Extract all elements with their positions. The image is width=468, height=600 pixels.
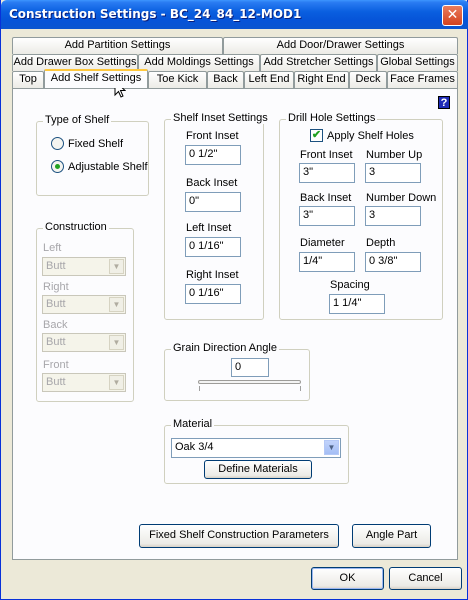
tab-top[interactable]: Top <box>12 71 44 88</box>
construction-right-value: Butt <box>46 298 66 310</box>
grain-angle-input[interactable]: 0 <box>231 358 269 377</box>
ok-button[interactable]: OK <box>311 567 384 590</box>
tab-row-1: Add Partition Settings Add Door/Drawer S… <box>12 37 458 54</box>
window-title: Construction Settings - BC_24_84_12-MOD1 <box>9 7 302 21</box>
chevron-down-icon: ▼ <box>109 259 124 274</box>
grain-direction-label: Grain Direction Angle <box>171 342 279 354</box>
define-materials-button[interactable]: Define Materials <box>204 460 312 479</box>
chevron-down-icon: ▼ <box>109 335 124 350</box>
drill-back-inset-input[interactable]: 3" <box>299 206 355 226</box>
chevron-down-icon: ▼ <box>109 297 124 312</box>
number-up-input[interactable]: 3 <box>365 163 421 183</box>
tab-add-partition-settings[interactable]: Add Partition Settings <box>12 37 223 54</box>
drill-front-inset-label: Front Inset <box>300 149 353 161</box>
tab-add-stretcher-settings[interactable]: Add Stretcher Settings <box>260 54 377 71</box>
tab-left-end[interactable]: Left End <box>244 71 294 88</box>
tab-row-3: Top Add Shelf Settings Toe Kick Back Lef… <box>12 69 458 88</box>
spacing-input[interactable]: 1 1/4" <box>329 294 385 314</box>
construction-right-label: Right <box>43 281 69 293</box>
construction-front-label: Front <box>43 359 69 371</box>
tab-toe-kick[interactable]: Toe Kick <box>148 71 207 88</box>
construction-back-select: Butt ▼ <box>42 333 126 352</box>
chevron-down-icon: ▼ <box>109 375 124 390</box>
construction-right-select: Butt ▼ <box>42 295 126 314</box>
construction-left-label: Left <box>43 242 62 254</box>
tab-deck[interactable]: Deck <box>349 71 387 88</box>
title-bar[interactable]: Construction Settings - BC_24_84_12-MOD1… <box>1 0 468 29</box>
tab-add-door-drawer-settings[interactable]: Add Door/Drawer Settings <box>223 37 458 54</box>
construction-left-select: Butt ▼ <box>42 257 126 276</box>
material-value: Oak 3/4 <box>175 441 214 453</box>
diameter-input[interactable]: 1/4" <box>299 252 355 272</box>
back-inset-label: Back Inset <box>186 177 238 189</box>
help-icon[interactable]: ? <box>438 96 450 109</box>
back-inset-input[interactable]: 0" <box>185 192 241 212</box>
drill-hole-label: Drill Hole Settings <box>286 112 378 124</box>
adjustable-shelf-radio[interactable] <box>51 160 64 173</box>
shelf-inset-label: Shelf Inset Settings <box>171 112 270 124</box>
cancel-button[interactable]: Cancel <box>389 567 462 590</box>
number-up-label: Number Up <box>366 149 423 161</box>
slider-tick <box>300 386 301 391</box>
spacing-label: Spacing <box>330 279 370 291</box>
type-of-shelf-group: Type of Shelf <box>36 114 149 196</box>
construction-front-select: Butt ▼ <box>42 373 126 392</box>
tab-back[interactable]: Back <box>207 71 244 88</box>
construction-back-value: Butt <box>46 336 66 348</box>
depth-input[interactable]: 0 3/8" <box>365 252 421 272</box>
apply-shelf-holes-checkbox[interactable]: ✔ <box>310 129 323 142</box>
construction-front-value: Butt <box>46 376 66 388</box>
tab-add-moldings-settings[interactable]: Add Moldings Settings <box>138 54 260 71</box>
chevron-down-icon[interactable]: ▼ <box>324 440 339 455</box>
fixed-shelf-radio[interactable] <box>51 137 64 150</box>
tab-right-end[interactable]: Right End <box>294 71 349 88</box>
material-select[interactable]: Oak 3/4 ▼ <box>171 438 341 458</box>
diameter-label: Diameter <box>300 237 345 249</box>
angle-part-button[interactable]: Angle Part <box>352 524 431 548</box>
front-inset-input[interactable]: 0 1/2" <box>185 145 241 165</box>
construction-label: Construction <box>43 221 109 233</box>
tab-face-frames[interactable]: Face Frames <box>387 71 458 88</box>
drill-back-inset-label: Back Inset <box>300 192 352 204</box>
tab-add-shelf-settings[interactable]: Add Shelf Settings <box>44 69 148 88</box>
close-button[interactable]: ✕ <box>442 5 463 26</box>
tab-global-settings[interactable]: Global Settings <box>377 54 458 71</box>
construction-left-value: Butt <box>46 260 66 272</box>
depth-label: Depth <box>366 237 396 249</box>
apply-shelf-holes-label[interactable]: Apply Shelf Holes <box>327 130 414 142</box>
drill-front-inset-input[interactable]: 3" <box>299 163 355 183</box>
grain-angle-slider[interactable] <box>198 380 301 384</box>
fixed-shelf-construction-parameters-button[interactable]: Fixed Shelf Construction Parameters <box>139 524 339 548</box>
type-of-shelf-label: Type of Shelf <box>43 114 112 126</box>
number-down-label: Number Down <box>366 192 437 204</box>
right-inset-label: Right Inset <box>186 269 239 281</box>
material-label: Material <box>171 418 215 430</box>
fixed-shelf-label[interactable]: Fixed Shelf <box>68 138 123 150</box>
left-inset-input[interactable]: 0 1/16" <box>185 237 241 257</box>
right-inset-input[interactable]: 0 1/16" <box>185 284 241 304</box>
adjustable-shelf-label[interactable]: Adjustable Shelf <box>68 161 148 173</box>
construction-back-label: Back <box>43 319 68 331</box>
slider-tick <box>199 386 200 391</box>
number-down-input[interactable]: 3 <box>365 206 421 226</box>
front-inset-label: Front Inset <box>186 130 239 142</box>
construction-settings-window: Construction Settings - BC_24_84_12-MOD1… <box>0 0 468 600</box>
left-inset-label: Left Inset <box>186 222 232 234</box>
